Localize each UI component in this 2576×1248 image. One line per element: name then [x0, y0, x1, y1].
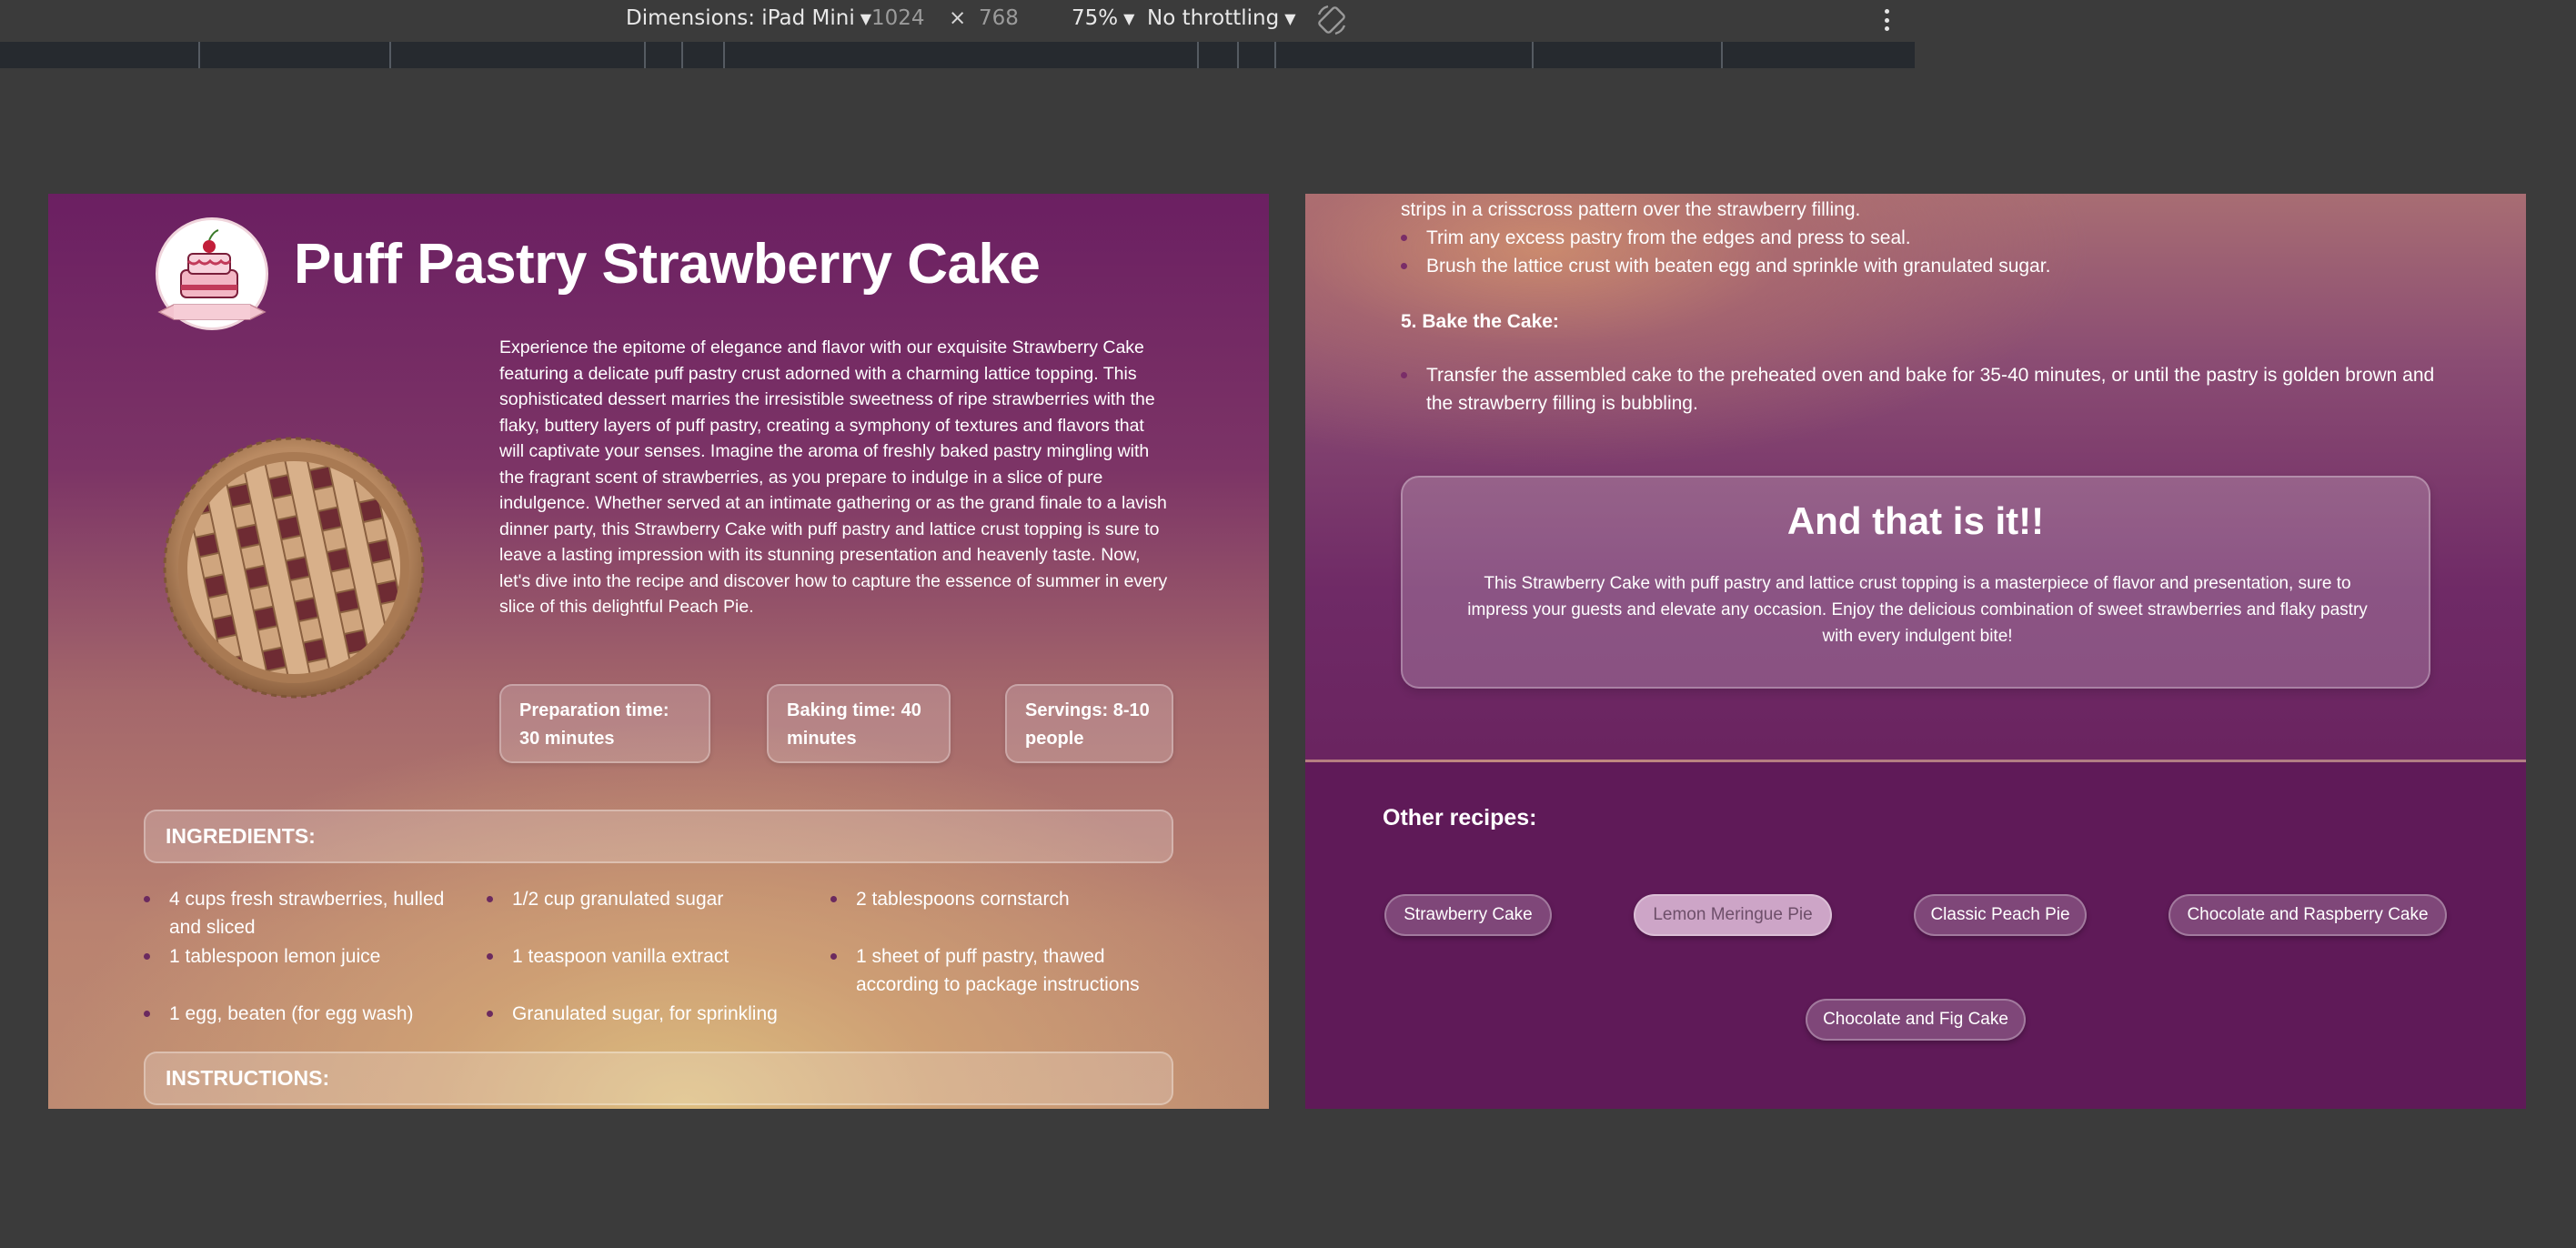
ingredient-item: 1 teaspoon vanilla extract [487, 942, 796, 971]
rotate-icon[interactable] [1313, 2, 1350, 38]
zoom-label: 75% [1072, 6, 1119, 30]
device-viewport-bottom: strips in a crisscross pattern over the … [1305, 194, 2526, 1109]
instruction-bullet: Trim any excess pastry from the edges an… [1401, 224, 2447, 252]
recipe-link-chocolate-raspberry-cake[interactable]: Chocolate and Raspberry Cake [2168, 894, 2447, 936]
recipe-link-chocolate-fig-cake[interactable]: Chocolate and Fig Cake [1806, 999, 2026, 1041]
ingredient-item: 1 sheet of puff pastry, thawed according… [830, 942, 1158, 999]
instruction-bullet: Transfer the assembled cake to the prehe… [1401, 361, 2447, 418]
ingredient-item: 4 cups fresh strawberries, hulled and sl… [144, 885, 453, 941]
baking-time-card: Baking time: 40 minutes [767, 684, 951, 763]
ingredient-item: 1/2 cup granulated sugar [487, 885, 796, 913]
instruction-bullet: Brush the lattice crust with beaten egg … [1401, 252, 2447, 280]
ingredient-item: 1 tablespoon lemon juice [144, 942, 453, 971]
ingredient-item: Granulated sugar, for sprinkling [487, 1000, 814, 1028]
ingredients-heading: INGREDIENTS: [144, 810, 1173, 863]
media-query-ruler[interactable] [0, 42, 1915, 68]
ingredient-item: 2 tablespoons cornstarch [830, 885, 1158, 913]
servings-card: Servings: 8-10 people [1005, 684, 1173, 763]
recipe-link-classic-peach-pie[interactable]: Classic Peach Pie [1914, 894, 2087, 936]
page-title: Puff Pastry Strawberry Cake [294, 233, 1041, 296]
throttling-dropdown[interactable]: No throttling ▼ [1147, 6, 1296, 30]
dimensions-label: Dimensions: iPad Mini [626, 6, 855, 30]
zoom-dropdown[interactable]: 75% ▼ [1072, 6, 1134, 30]
more-options-icon[interactable] [1879, 7, 1894, 33]
recipe-link-lemon-meringue-pie[interactable]: Lemon Meringue Pie [1634, 894, 1832, 936]
conclusion-title: And that is it!! [1786, 499, 2045, 542]
height-input[interactable]: 768 [979, 6, 1019, 30]
instruction-text: strips in a crisscross pattern over the … [1401, 199, 1861, 220]
prep-time-card: Preparation time: 30 minutes [499, 684, 710, 763]
dimensions-dropdown[interactable]: Dimensions: iPad Mini ▼ [626, 6, 871, 30]
conclusion-text: This Strawberry Cake with puff pastry an… [1467, 574, 2368, 646]
instructions-heading: INSTRUCTIONS: [144, 1052, 1173, 1105]
other-recipes-heading: Other recipes: [1383, 805, 1537, 830]
throttling-label: No throttling [1147, 6, 1280, 30]
lattice-pie-image [163, 437, 425, 699]
recipe-link-strawberry-cake[interactable]: Strawberry Cake [1384, 894, 1552, 936]
caret-down-icon: ▼ [1284, 9, 1296, 27]
step-heading: 5. Bake the Cake: [1401, 311, 1559, 332]
times-separator: × [949, 6, 967, 30]
ingredient-item: 1 egg, beaten (for egg wash) [144, 1000, 453, 1028]
conclusion-card: And that is it!! This Strawberry Cake wi… [1401, 476, 2430, 689]
site-logo[interactable] [156, 217, 268, 330]
width-input[interactable]: 1024 [871, 6, 925, 30]
device-toolbar: Dimensions: iPad Mini ▼ 1024 × 768 75% ▼… [0, 0, 1915, 40]
caret-down-icon: ▼ [1123, 9, 1135, 27]
device-viewport-top: Puff Pastry Strawberry Cake Experience t… [48, 194, 1269, 1109]
intro-paragraph: Experience the epitome of elegance and f… [499, 337, 1168, 617]
caret-down-icon: ▼ [860, 9, 872, 27]
